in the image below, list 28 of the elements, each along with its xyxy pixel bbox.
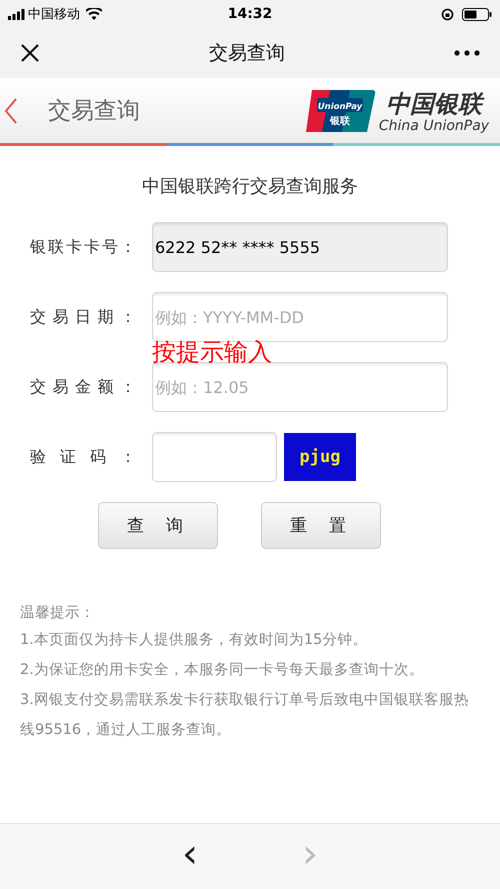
tip-text: 2.为保证您的用卡安全，本服务同一卡号每天最多查询十次。 xyxy=(20,660,425,680)
field-label: 交易金额： xyxy=(30,376,136,398)
tip-text: 3.网银支付交易需联系发卡行获取银行订单号后致电中国银联客服热线95516，通过人工服务查询。 xyxy=(20,690,470,740)
reset-button[interactable]: 重置 xyxy=(261,502,381,549)
page-title: 交易查询 xyxy=(48,97,141,126)
more-button[interactable] xyxy=(454,50,480,56)
close-button[interactable] xyxy=(20,43,40,63)
field-label: 交易日期： xyxy=(30,306,136,328)
back-button[interactable] xyxy=(4,98,18,124)
input-field[interactable]: 例如：12.05 xyxy=(152,362,448,412)
tip-text: 1.本页面仅为持卡人提供服务，有效时间为15分钟。 xyxy=(20,631,368,650)
card-number-field[interactable]: 6222 52** **** 5555 xyxy=(152,222,448,272)
form-heading: 中国银联跨行交易查询服务 xyxy=(141,175,359,198)
back-arrow-button[interactable]: ‹ xyxy=(176,834,204,880)
query-button[interactable]: 查询 xyxy=(98,502,218,549)
wifi-icon xyxy=(86,8,102,20)
signal-icon xyxy=(8,8,25,20)
nav-title: 交易查询 xyxy=(209,41,285,66)
captcha-image[interactable]: pjug xyxy=(284,433,356,481)
rotation-lock-icon xyxy=(441,8,454,20)
carrier-name: 中国移动 xyxy=(28,6,80,23)
tips-title: 温馨提示： xyxy=(20,604,96,623)
battery-icon xyxy=(462,8,492,20)
unionpay-logo: UnionPay 银联 中国银联 China UnionPay xyxy=(304,88,494,134)
status-time: 14:32 xyxy=(228,6,272,22)
field-label: 验证码： xyxy=(30,446,136,468)
captcha-field[interactable] xyxy=(152,432,277,482)
field-label: 银联卡卡号： xyxy=(30,236,136,258)
